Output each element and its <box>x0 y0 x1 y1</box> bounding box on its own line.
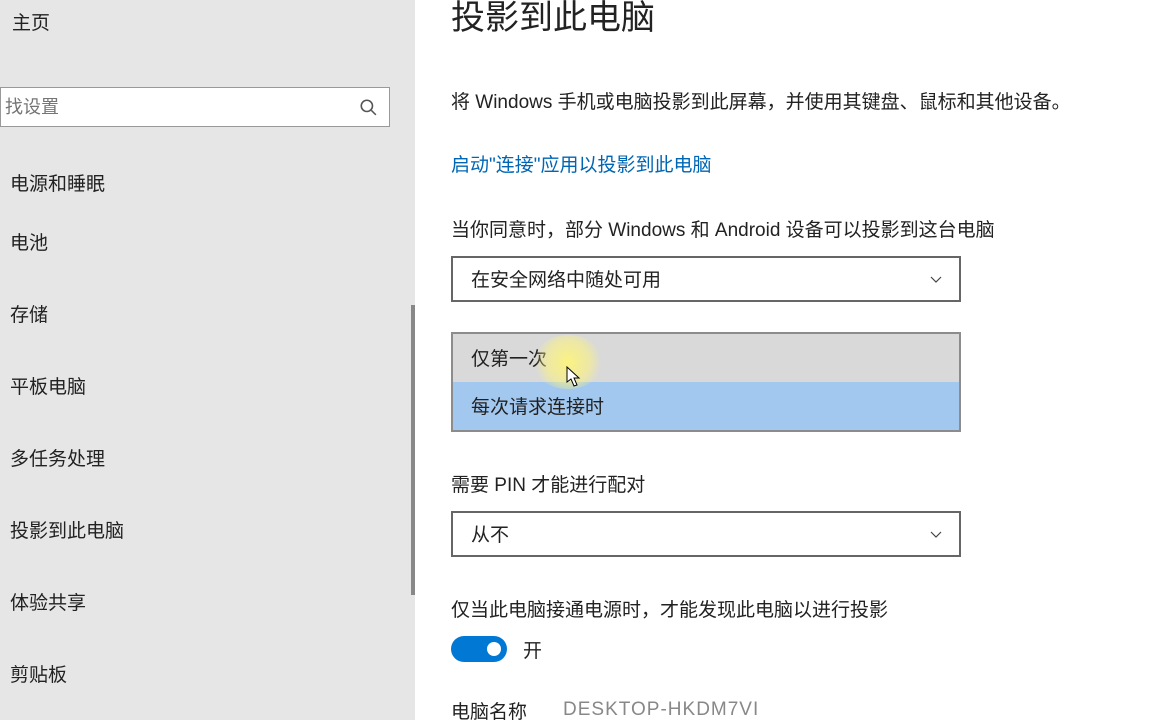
settings-sidebar: 主页 电源和睡眠 电池 存储 平板电脑 多任务处理 投影到此电脑 体验共享 剪贴… <box>0 0 415 720</box>
sidebar-item-clipboard[interactable]: 剪贴板 <box>0 637 415 687</box>
power-toggle[interactable] <box>451 636 507 662</box>
setting-pin-label: 需要 PIN 才能进行配对 <box>451 470 1151 497</box>
setting-allow-dropdown[interactable]: 在安全网络中随处可用 <box>451 256 961 302</box>
sidebar-scrollbar[interactable] <box>411 0 415 720</box>
search-input[interactable] <box>5 97 335 118</box>
launch-connect-link[interactable]: 启动"连接"应用以投影到此电脑 <box>451 150 1151 177</box>
chevron-down-icon <box>929 527 943 541</box>
sidebar-item-storage[interactable]: 存储 <box>0 277 415 349</box>
scrollbar-thumb[interactable] <box>411 305 415 595</box>
pc-name-value: DESKTOP-HKDM7VI <box>563 699 759 721</box>
setting-power-label: 仅当此电脑接通电源时，才能发现此电脑以进行投影 <box>451 595 1151 622</box>
search-icon <box>359 98 377 116</box>
sidebar-item-power[interactable]: 电源和睡眠 <box>0 169 415 205</box>
dropdown-option-every-time[interactable]: 每次请求连接时 <box>453 382 959 430</box>
sidebar-item-projecting[interactable]: 投影到此电脑 <box>0 493 415 565</box>
setting-pin-dropdown[interactable]: 从不 <box>451 511 961 557</box>
toggle-state-label: 开 <box>523 636 542 663</box>
search-settings-box[interactable] <box>0 87 390 127</box>
dropdown-value: 在安全网络中随处可用 <box>471 265 661 292</box>
chevron-down-icon <box>929 272 943 286</box>
ask-dropdown-list: 仅第一次 每次请求连接时 <box>451 332 961 432</box>
setting-allow-label: 当你同意时，部分 Windows 和 Android 设备可以投影到这台电脑 <box>451 215 1151 242</box>
sidebar-item-tablet[interactable]: 平板电脑 <box>0 349 415 421</box>
main-content: 投影到此电脑 将 Windows 手机或电脑投影到此屏幕，并使用其键盘、鼠标和其… <box>451 0 1151 720</box>
sidebar-item-shared[interactable]: 体验共享 <box>0 565 415 637</box>
toggle-row: 开 <box>451 636 1151 663</box>
sidebar-nav: 电源和睡眠 电池 存储 平板电脑 多任务处理 投影到此电脑 体验共享 剪贴板 <box>0 169 415 687</box>
page-description: 将 Windows 手机或电脑投影到此屏幕，并使用其键盘、鼠标和其他设备。 <box>451 87 1101 119</box>
dropdown-value: 从不 <box>471 520 509 547</box>
home-link[interactable]: 主页 <box>0 0 415 47</box>
page-title: 投影到此电脑 <box>451 0 1151 37</box>
sidebar-item-multitask[interactable]: 多任务处理 <box>0 421 415 493</box>
sidebar-item-battery[interactable]: 电池 <box>0 205 415 277</box>
dropdown-option-first-time[interactable]: 仅第一次 <box>453 334 959 382</box>
toggle-knob <box>487 642 501 656</box>
